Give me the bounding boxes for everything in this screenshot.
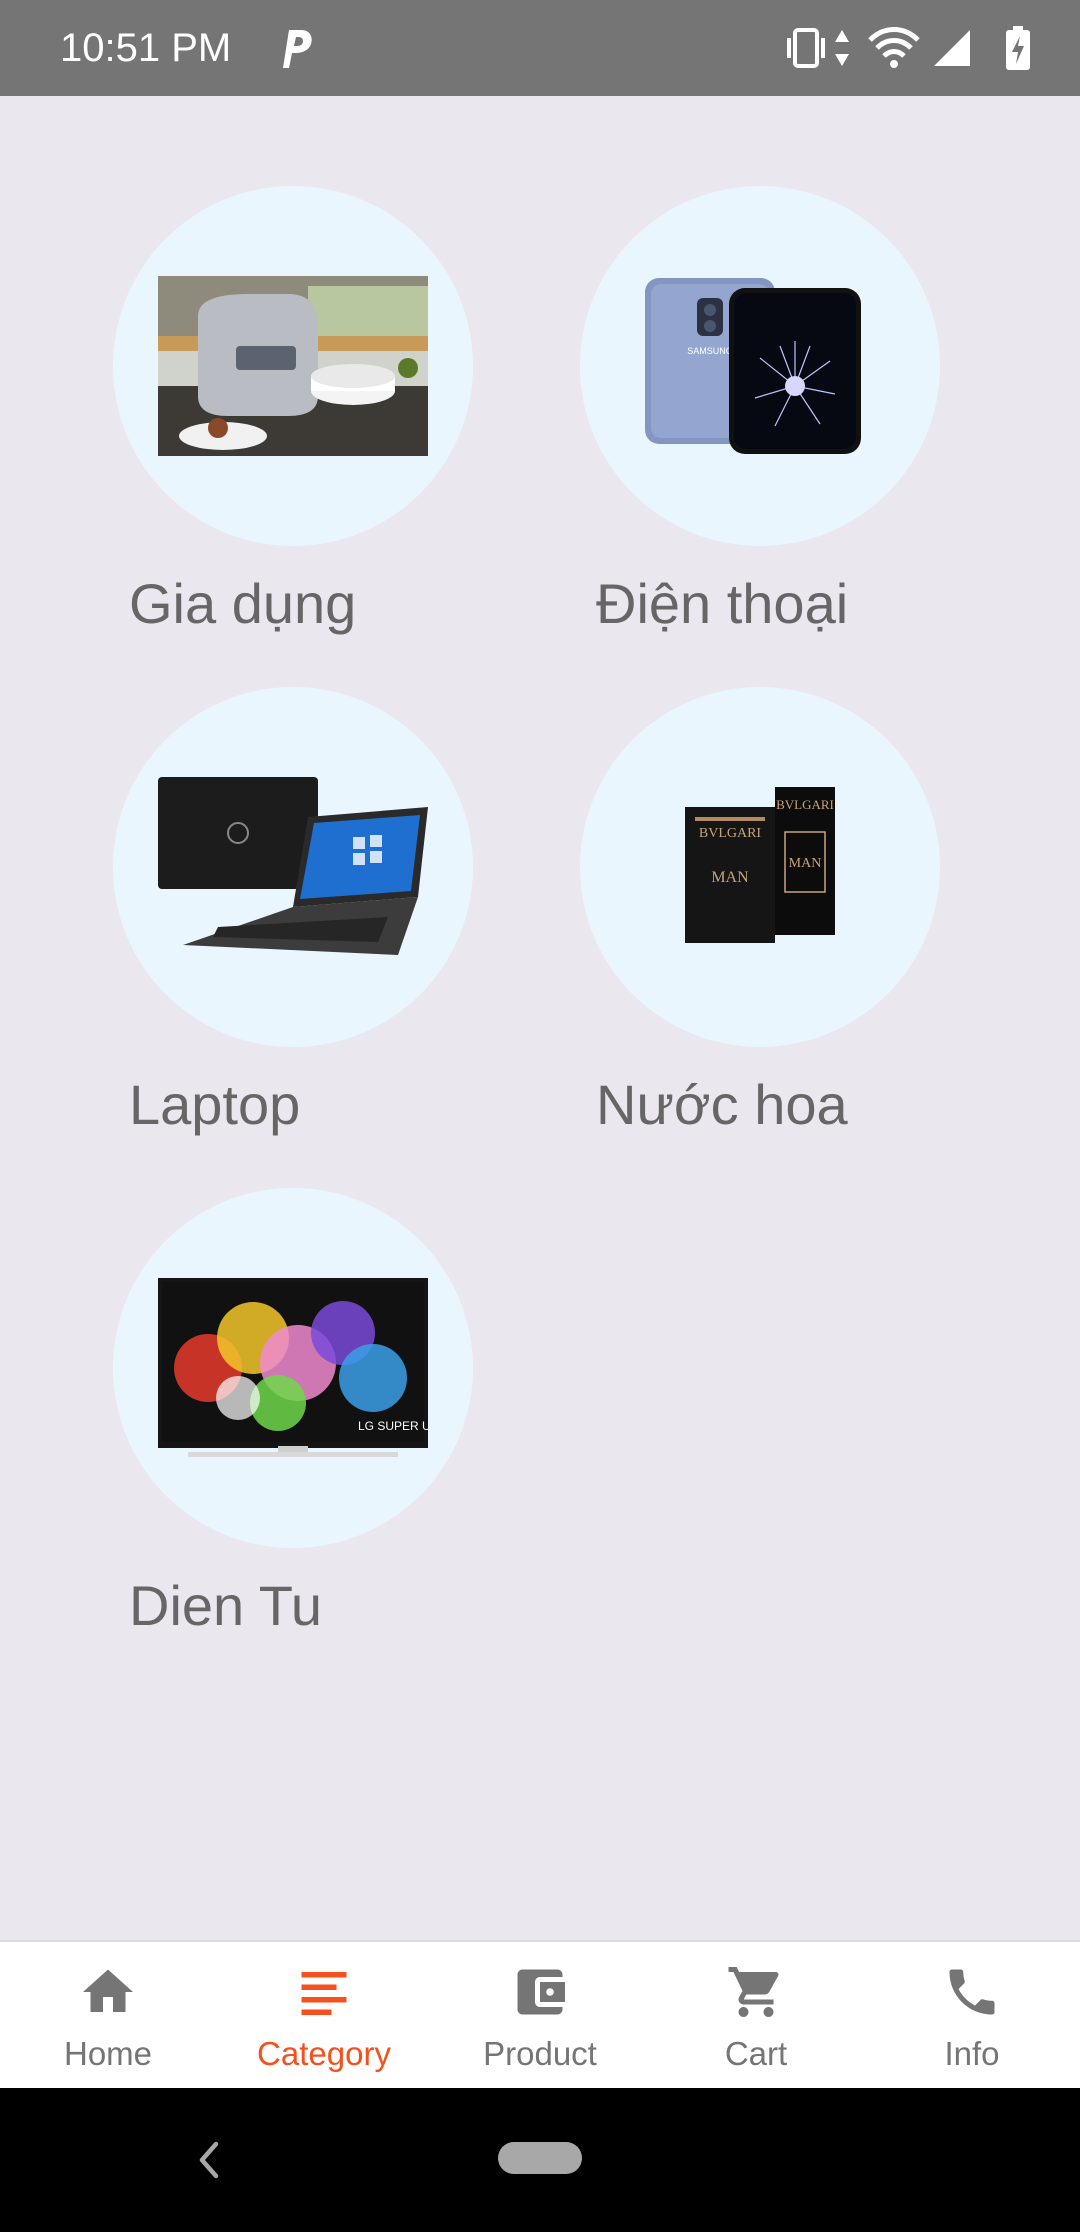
nav-label: Info (944, 2035, 1000, 2072)
status-bar: 10:51 PM (0, 0, 1080, 96)
category-list-icon (301, 1972, 347, 2015)
status-time: 10:51 PM (60, 26, 232, 70)
nav-item-cart[interactable]: Cart (648, 1942, 864, 2090)
bottom-navigation: Home Category Product Cart Info (0, 1940, 1080, 2088)
nav-item-info[interactable]: Info (864, 1942, 1080, 2090)
svg-text:MAN: MAN (789, 856, 822, 871)
nav-item-home[interactable]: Home (0, 1942, 216, 2090)
battery-charging-icon (1006, 26, 1030, 70)
smartphone-image: SAMSUNG (645, 278, 861, 454)
category-circle: BVLGARI MAN BVLGARI MAN (580, 687, 940, 1047)
nav-label: Home (63, 2035, 153, 2072)
nav-item-category[interactable]: Category (216, 1942, 432, 2090)
svg-text:BVLGARI: BVLGARI (776, 797, 834, 812)
signal-icon (934, 30, 970, 66)
p-icon (283, 30, 312, 68)
category-circle: LG SUPER UHD TV (113, 1188, 473, 1548)
tv-image: LG SUPER UHD TV (158, 1278, 428, 1457)
category-item-gia-dung[interactable]: Gia dụng (113, 186, 533, 646)
wifi-icon (868, 27, 920, 68)
category-item-dien-thoai[interactable]: SAMSUNG Điện thoại (580, 186, 1000, 646)
laptop-image (158, 777, 428, 955)
svg-text:SAMSUNG: SAMSUNG (687, 346, 733, 356)
category-label: Laptop (129, 1073, 301, 1136)
category-label: Gia dụng (129, 572, 357, 635)
nav-label: Category (257, 2035, 391, 2072)
category-label: Dien Tu (129, 1574, 322, 1637)
svg-text:BVLGARI: BVLGARI (699, 826, 762, 841)
vibrate-icon (787, 28, 825, 68)
back-icon[interactable] (190, 2136, 226, 2184)
category-circle: SAMSUNG (580, 186, 940, 546)
data-arrows-icon (835, 30, 849, 66)
category-item-nuoc-hoa[interactable]: BVLGARI MAN BVLGARI MAN Nước hoa (580, 687, 1000, 1147)
svg-text:LG SUPER UHD TV: LG SUPER UHD TV (358, 1419, 428, 1433)
category-item-dien-tu[interactable]: LG SUPER UHD TV Dien Tu (113, 1188, 533, 1648)
category-label: Nước hoa (596, 1073, 848, 1136)
category-circle (113, 186, 473, 546)
nav-label: Cart (724, 2035, 788, 2072)
home-icon (83, 1969, 133, 2012)
home-pill-icon[interactable] (498, 2142, 582, 2174)
nav-label: Product (483, 2035, 597, 2072)
rice-cooker-image (158, 276, 428, 456)
category-item-laptop[interactable]: Laptop (113, 687, 533, 1147)
wallet-icon (517, 1969, 565, 2015)
nav-item-product[interactable]: Product (432, 1942, 648, 2090)
svg-text:MAN: MAN (711, 869, 749, 886)
phone-icon (949, 1969, 995, 2015)
category-label: Điện thoại (596, 572, 849, 635)
perfume-image: BVLGARI MAN BVLGARI MAN (685, 787, 835, 943)
category-circle (113, 687, 473, 1047)
cart-icon (728, 1967, 779, 2017)
